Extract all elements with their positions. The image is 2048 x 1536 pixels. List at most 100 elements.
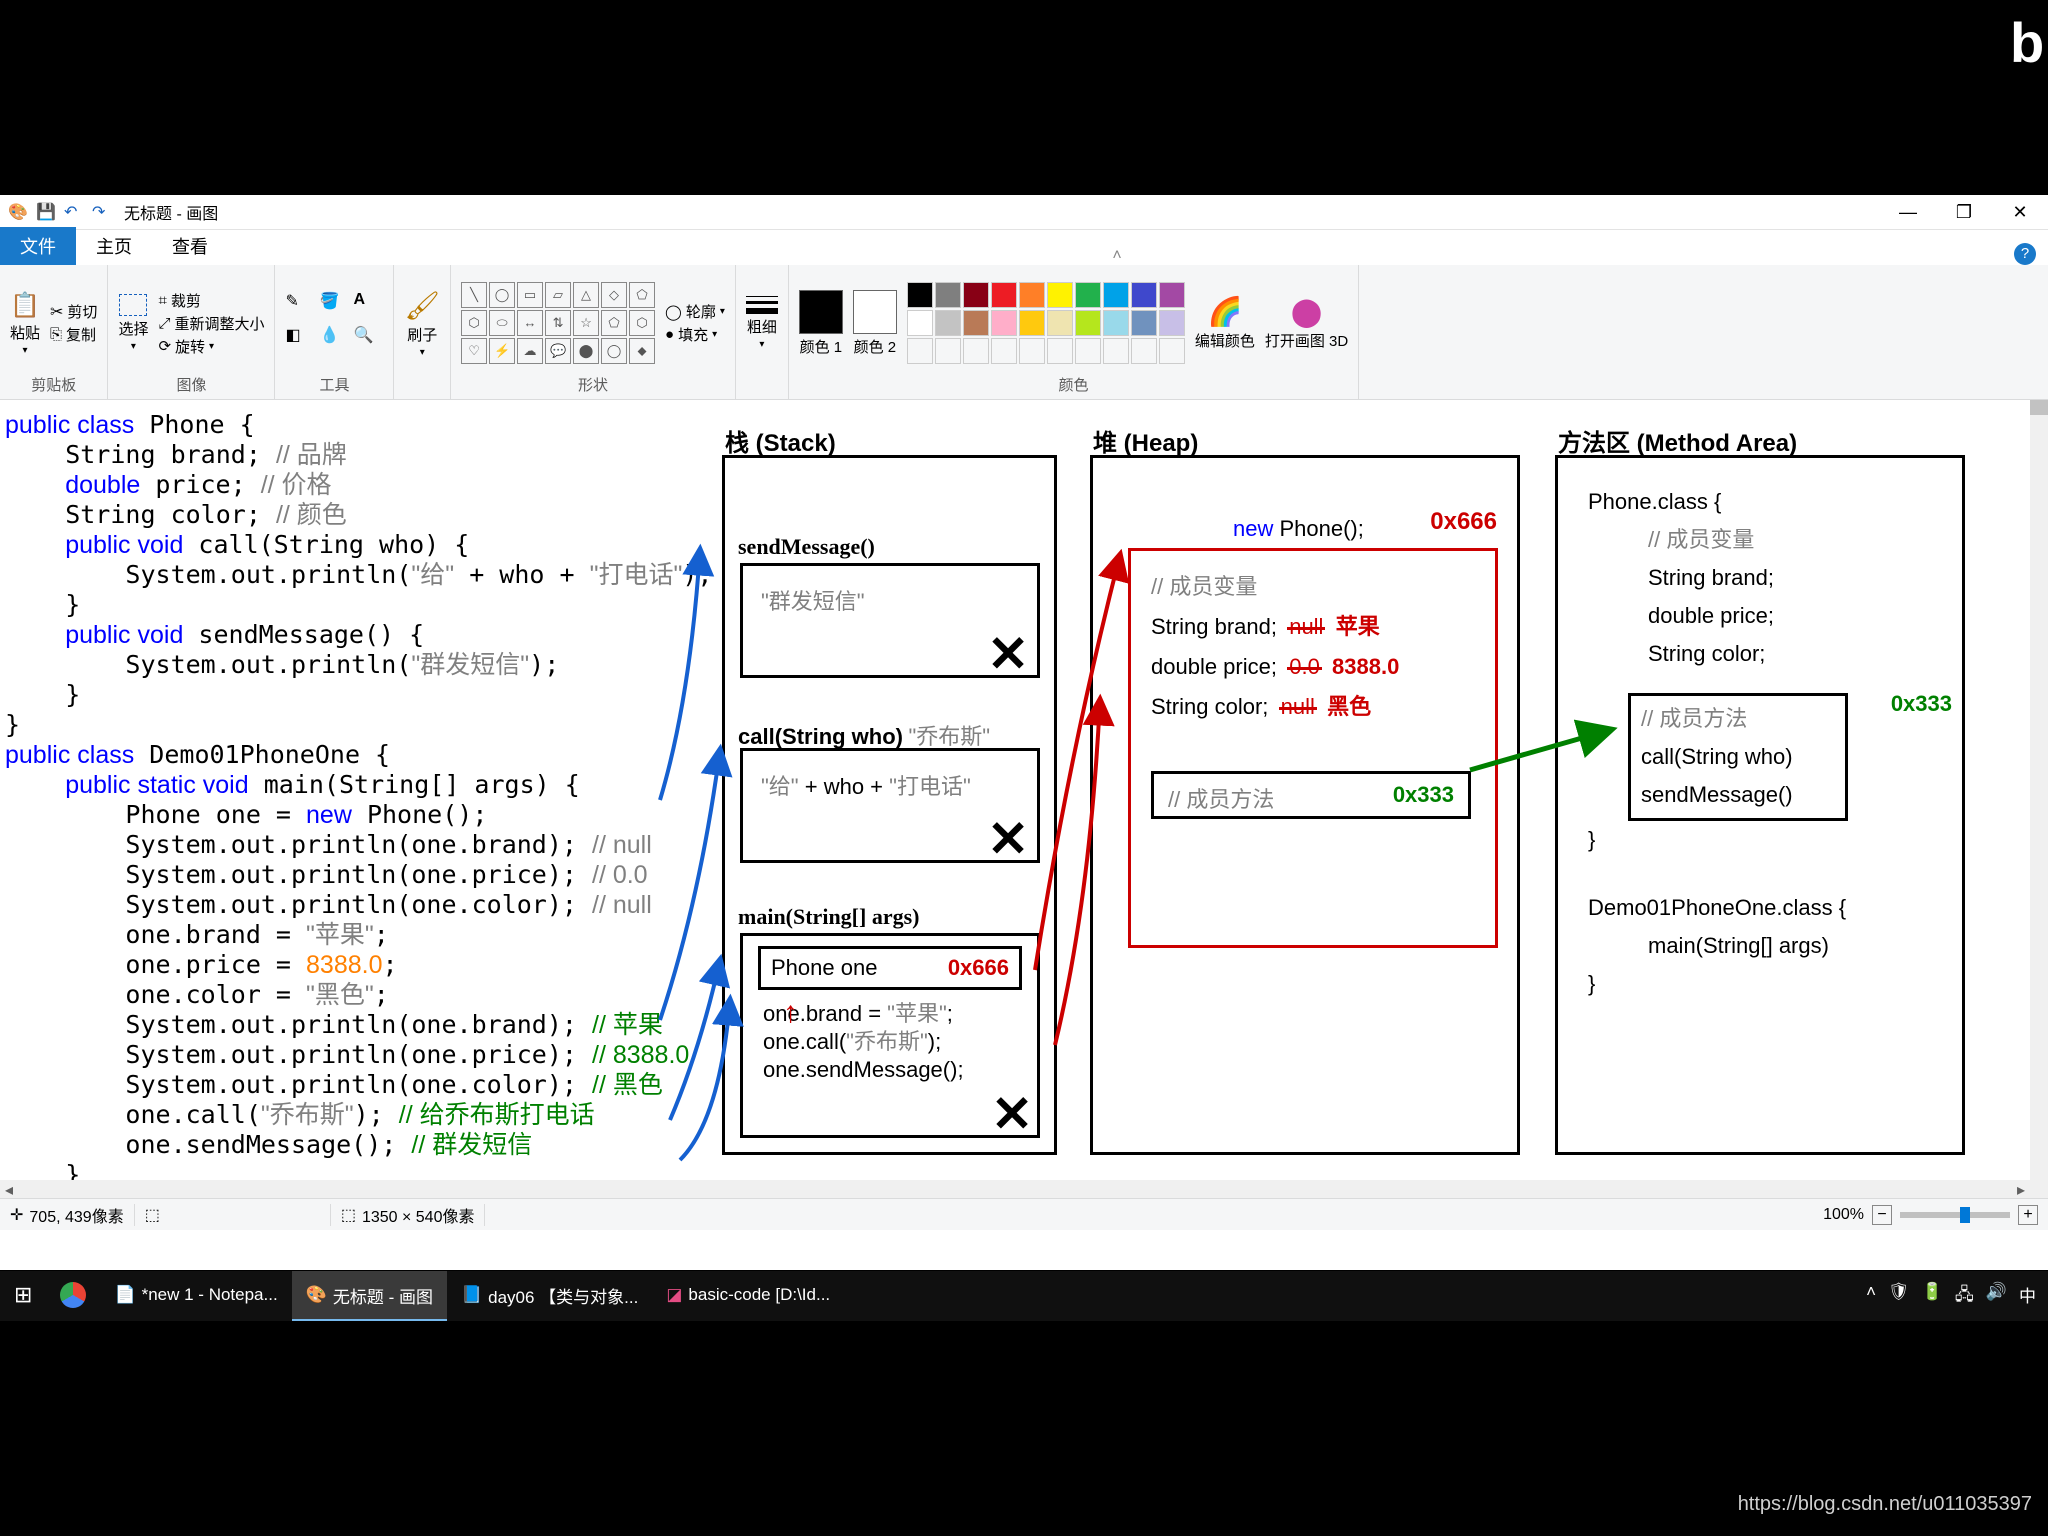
eraser-icon[interactable]: ◧ (285, 325, 315, 355)
copy-label: 复制 (66, 324, 96, 345)
quick-access-toolbar: 🎨 💾 ↶ ↷ (8, 202, 112, 222)
select-label: 选择 (118, 318, 148, 339)
paint3d-icon: ⬤ (1291, 295, 1322, 328)
fill-icon[interactable]: 🪣 (319, 291, 349, 321)
windows-icon: ⊞ (14, 1282, 32, 1308)
taskbar-doc[interactable]: 📘day06 【类与对象... (447, 1271, 652, 1321)
brush-button[interactable]: 🖌 刷子 ▾ (404, 289, 440, 358)
method-area-title: 方法区 (Method Area) (1558, 423, 1797, 458)
color1-button[interactable]: 颜色 1 (799, 290, 843, 357)
brush-icon: 🖌 (404, 289, 440, 322)
heap-title: 堆 (Heap) (1093, 423, 1198, 458)
taskbar-label: day06 【类与对象... (488, 1283, 638, 1308)
undo-icon[interactable]: ↶ (64, 202, 84, 222)
chrome-icon (60, 1282, 86, 1308)
redo-icon[interactable]: ↷ (92, 202, 112, 222)
save-icon[interactable]: 💾 (36, 202, 56, 222)
shapes-gallery[interactable]: ╲◯▭▱△◇⬠ ⬡⬭↔⇅☆⬠⬡ ♡⚡☁💬⬤◯⬥ (461, 282, 655, 364)
start-button[interactable]: ⊞ (0, 1271, 46, 1321)
group-brush: 🖌 刷子 ▾ (394, 265, 451, 399)
x-mark-icon: ✕ (987, 810, 1029, 868)
idea-icon: ◪ (666, 1285, 682, 1305)
tray-battery-icon[interactable]: 🔋 (1922, 1282, 1943, 1311)
vertical-scrollbar[interactable] (2030, 400, 2048, 1198)
heap-fields-comment: // 成员变量 (1151, 567, 1475, 607)
close-button[interactable]: ✕ (2000, 202, 2040, 223)
frame-body: "群发短信" (743, 566, 1037, 634)
magnifier-icon[interactable]: 🔍 (353, 325, 383, 355)
heap-methods-comment: // 成员方法 (1168, 782, 1274, 808)
horizontal-scrollbar[interactable]: ◂▸ (0, 1180, 2030, 1198)
tray-up-icon[interactable]: ˄ (1866, 1282, 1876, 1311)
tab-view[interactable]: 查看 (152, 227, 228, 265)
cut-button[interactable]: 剪切 (50, 301, 97, 322)
fill-label: 填充 (678, 324, 708, 345)
tray-volume-icon[interactable]: 🔊 (1986, 1282, 2007, 1311)
canvas[interactable]: public class Phone { String brand; // 品牌… (0, 400, 2048, 1198)
taskbar-notepad[interactable]: 📄*new 1 - Notepa... (100, 1271, 291, 1321)
method-area-panel: 方法区 (Method Area) Phone.class { // 成员变量 … (1555, 455, 1965, 1155)
tray-network-icon[interactable]: 🖧 (1955, 1282, 1974, 1311)
group-label: 图像 (108, 374, 274, 395)
heap-address: 0x666 (1430, 508, 1497, 536)
group-image: 选择 ▾ ⌗裁剪 ⤢重新调整大小 ⟳旋转▾ 图像 (108, 265, 275, 399)
outline-button[interactable]: ◯轮廓▾ (665, 301, 725, 322)
fill-shape-icon: ● (665, 326, 674, 343)
taskbar-idea[interactable]: ◪basic-code [D:\Id... (652, 1271, 844, 1321)
crop-label: 裁剪 (171, 290, 201, 311)
canvas-size-icon: ⬚ (341, 1205, 356, 1225)
cut-label: 剪切 (67, 301, 97, 322)
selection-size-icon: ⬚ (145, 1205, 160, 1225)
tab-home[interactable]: 主页 (76, 227, 152, 265)
minimize-button[interactable]: — (1888, 202, 1928, 223)
picker-icon[interactable]: 💧 (319, 325, 349, 355)
rotate-button[interactable]: ⟳旋转▾ (158, 336, 264, 357)
color1-label: 颜色 1 (800, 336, 843, 357)
text-icon[interactable]: A (353, 291, 383, 321)
help-icon[interactable]: ? (2014, 243, 2036, 265)
color-palette[interactable] (907, 282, 1185, 364)
phone-one-var: Phone one (771, 955, 877, 981)
heap-object-body: // 成员变量 String brand; null 苹果 double pri… (1131, 551, 1495, 743)
resize-button[interactable]: ⤢重新调整大小 (158, 313, 264, 334)
crop-button[interactable]: ⌗裁剪 (158, 290, 264, 311)
thick-label: 粗细 (747, 316, 777, 337)
fill-shape-button[interactable]: ●填充▾ (665, 324, 725, 345)
tab-file[interactable]: 文件 (0, 227, 76, 265)
collapse-ribbon-icon[interactable]: ˄ (1112, 247, 1121, 265)
stack-title: 栈 (Stack) (725, 423, 836, 458)
edit-colors-label: 编辑颜色 (1195, 330, 1255, 351)
statusbar: ✛ 705, 439像素 ⬚ ⬚ 1350 × 540像素 100% − + (0, 1198, 2048, 1230)
pencil-icon[interactable]: ✎ (285, 291, 315, 321)
titlebar: 🎨 💾 ↶ ↷ 无标题 - 画图 — ❐ ✕ (0, 195, 2048, 230)
window-title: 无标题 - 画图 (124, 200, 218, 224)
zoom-in-button[interactable]: + (2018, 1205, 2038, 1225)
group-label: 形状 (451, 374, 735, 395)
zoom-out-button[interactable]: − (1872, 1205, 1892, 1225)
paint-window: 🎨 💾 ↶ ↷ 无标题 - 画图 — ❐ ✕ 文件 主页 查看 ˄ ? 粘贴 ▾ (0, 195, 2048, 1270)
tray-ime[interactable]: 中 (2019, 1282, 2036, 1311)
paste-label: 粘贴 (10, 322, 40, 343)
frame-call-label: call(String who) "乔布斯" (738, 719, 990, 751)
copy-button[interactable]: ⎘复制 (50, 324, 97, 345)
thickness-button[interactable]: 粗细 ▾ (746, 296, 778, 350)
taskbar-chrome[interactable] (46, 1271, 100, 1321)
x-mark-icon: ✕ (991, 1085, 1033, 1143)
method-area-body: Phone.class { // 成员变量 String brand; doub… (1558, 458, 1962, 1028)
maximize-button[interactable]: ❐ (1944, 202, 1984, 223)
copy-icon: ⎘ (50, 326, 62, 343)
frame-sendmessage-label: sendMessage() (738, 534, 875, 560)
tray-shield-icon[interactable]: 🛡 (1888, 1282, 1910, 1311)
color2-button[interactable]: 颜色 2 (853, 290, 897, 357)
select-button[interactable]: 选择 ▾ (118, 294, 148, 352)
group-shapes: ╲◯▭▱△◇⬠ ⬡⬭↔⇅☆⬠⬡ ♡⚡☁💬⬤◯⬥ ◯轮廓▾ ●填充▾ 形状 (451, 265, 736, 399)
edit-colors-button[interactable]: 🌈 编辑颜色 (1195, 295, 1255, 351)
taskbar: ⊞ 📄*new 1 - Notepa... 🎨无标题 - 画图 📘day06 【… (0, 1271, 2048, 1321)
color2-label: 颜色 2 (854, 336, 897, 357)
paste-button[interactable]: 粘贴 ▾ (10, 291, 40, 356)
open-3d-button[interactable]: ⬤ 打开画图 3D (1265, 295, 1348, 351)
taskbar-paint[interactable]: 🎨无标题 - 画图 (292, 1271, 447, 1321)
chevron-down-icon: ▾ (131, 341, 136, 352)
color2-swatch (853, 290, 897, 334)
zoom-slider[interactable] (1900, 1212, 2010, 1218)
